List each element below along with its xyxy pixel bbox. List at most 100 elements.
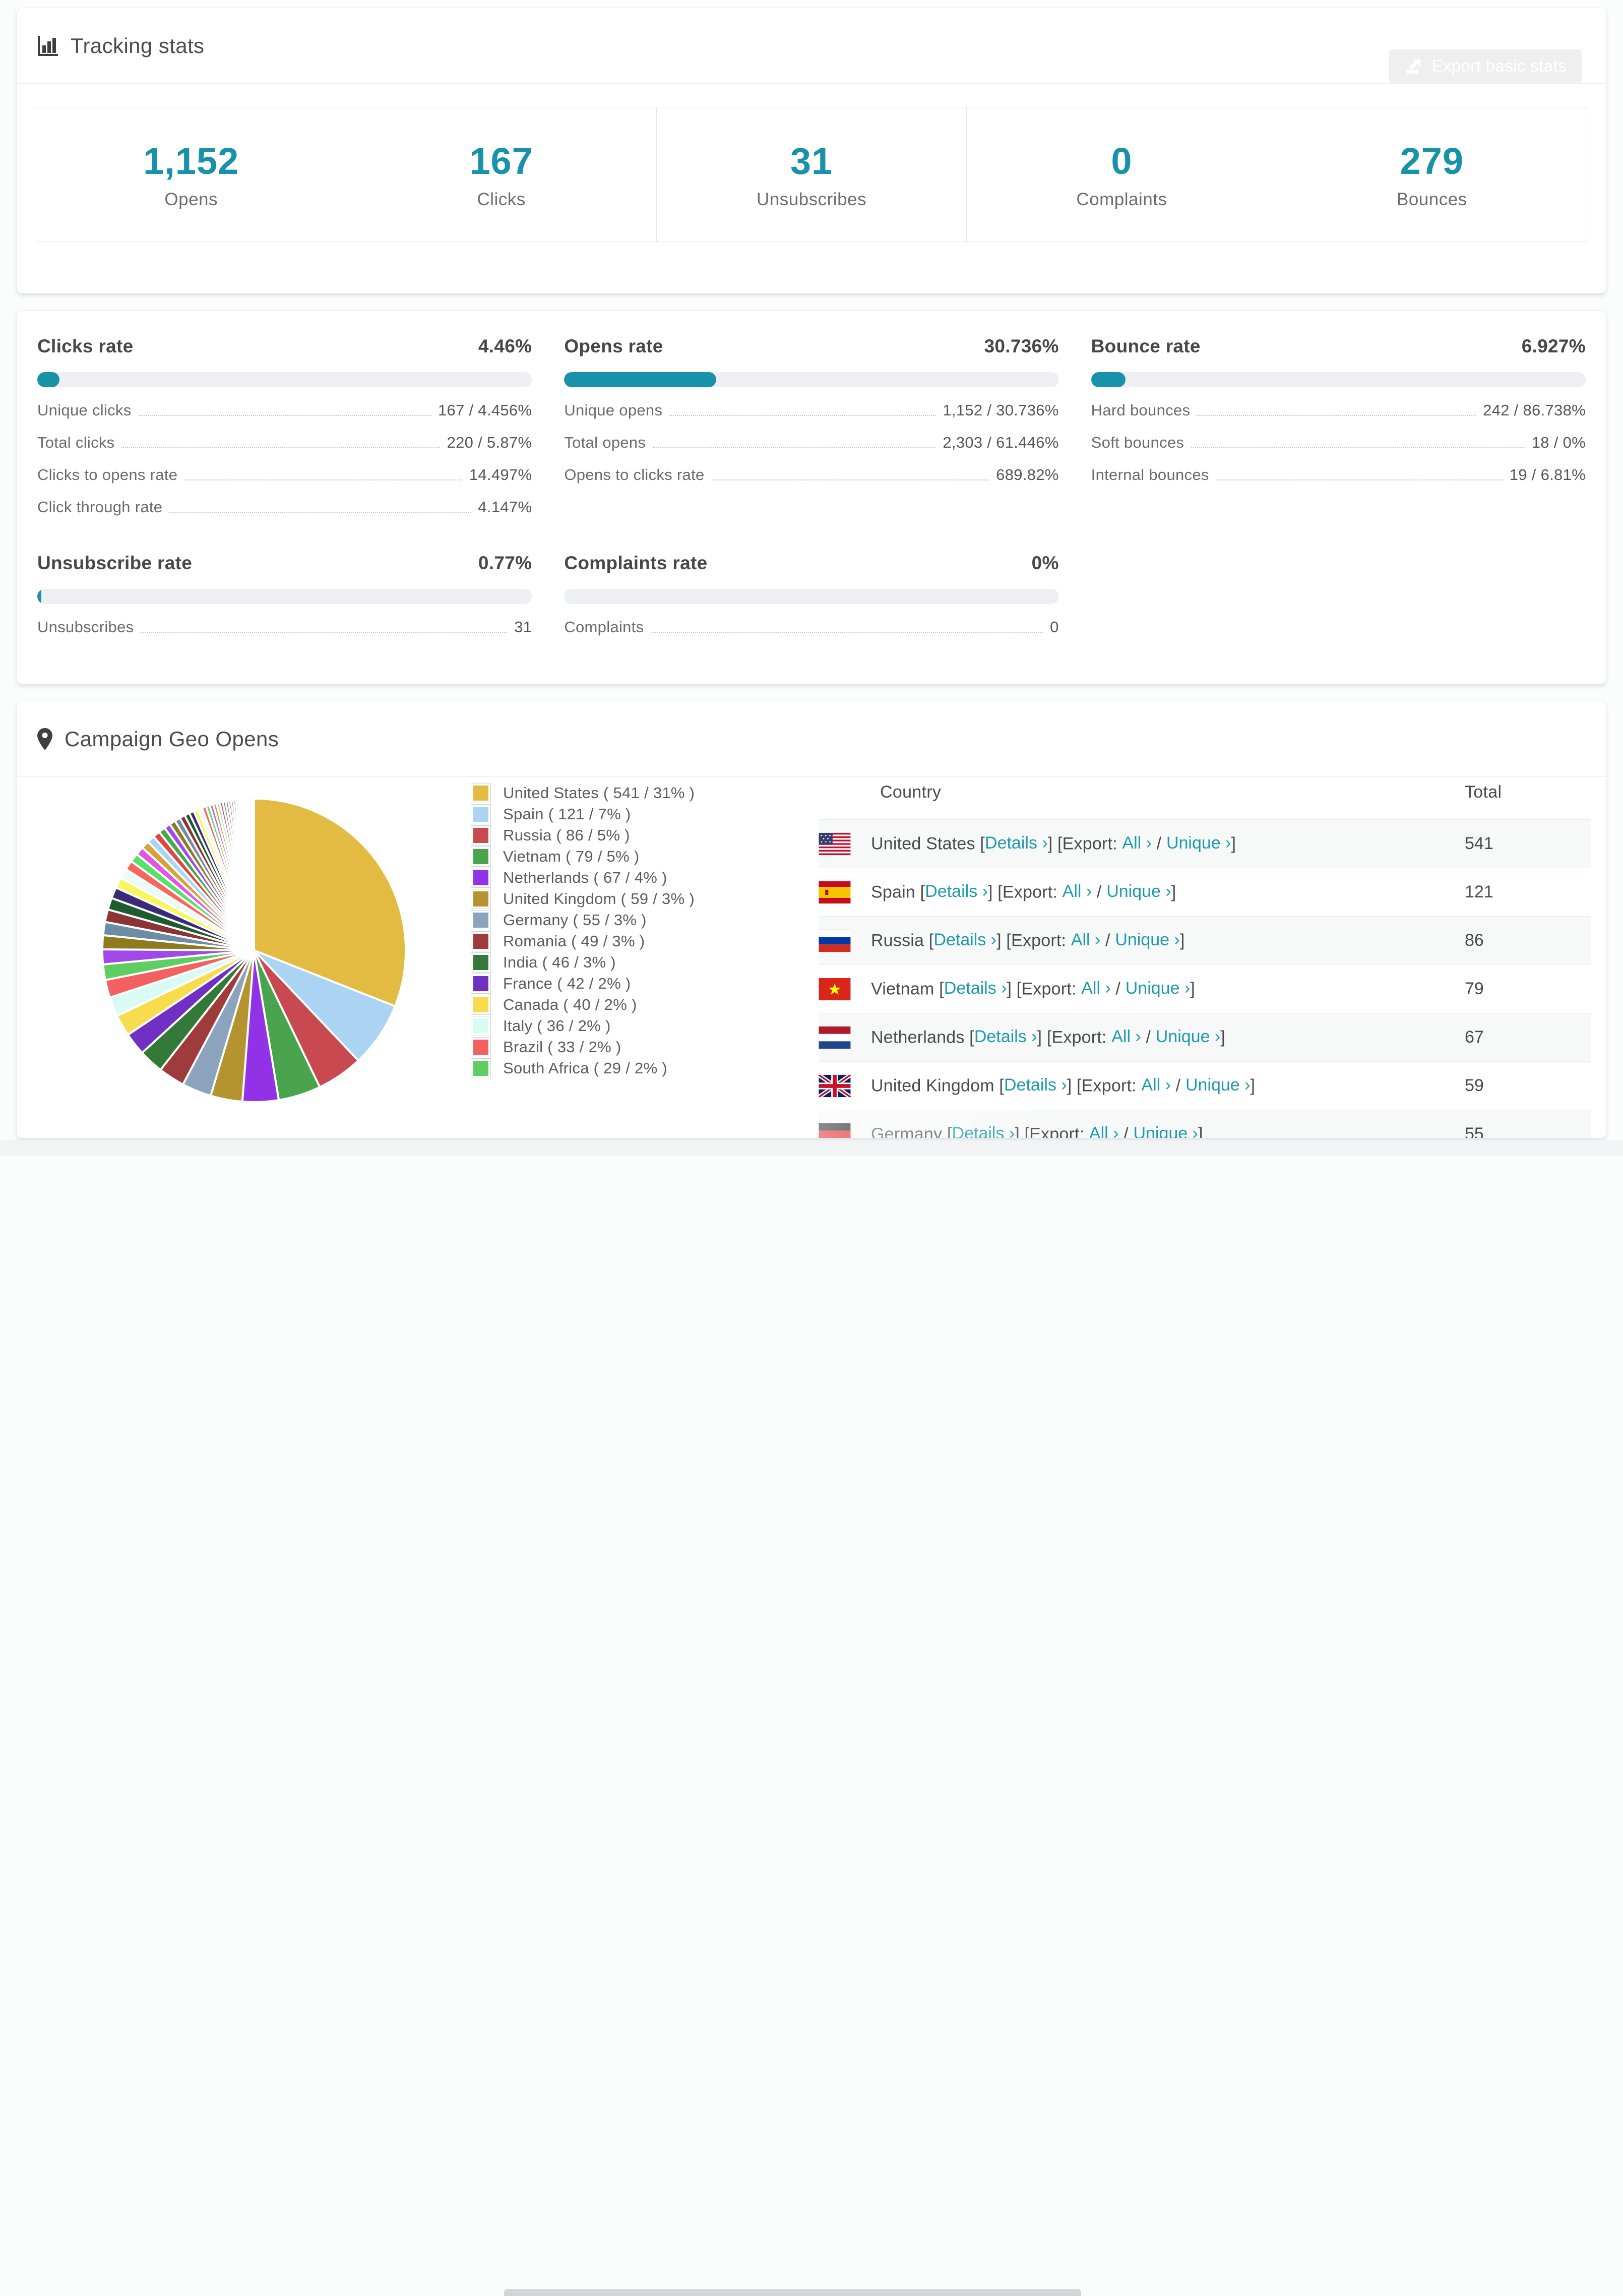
rate-row-label: Total clicks xyxy=(37,434,115,451)
export-unique-link-ru[interactable]: Unique › xyxy=(1115,930,1180,949)
pie-chart-svg xyxy=(101,797,407,1103)
rate-row: Unsubscribes 31 xyxy=(37,618,532,636)
export-all-link-nl[interactable]: All › xyxy=(1111,1026,1141,1046)
export-all-link-gb[interactable]: All › xyxy=(1141,1075,1171,1094)
export-all-link-ru[interactable]: All › xyxy=(1071,930,1101,949)
export-all-link-vn[interactable]: All › xyxy=(1081,978,1111,997)
legend-label: Netherlands ( 67 / 4% ) xyxy=(503,869,667,886)
rate-row-label: Hard bounces xyxy=(1091,401,1191,419)
legend-item-india[interactable]: India ( 46 / 3% ) xyxy=(471,952,819,973)
country-name: Vietnam [ xyxy=(871,979,944,998)
geo-table-row-russia: Russia [Details ›] [Export: All › / Uniq… xyxy=(819,916,1591,965)
legend-label: Romania ( 49 / 3% ) xyxy=(503,932,645,950)
country-name: Russia [ xyxy=(871,931,934,950)
progress-bar xyxy=(37,372,532,387)
export-unique-link-vn[interactable]: Unique › xyxy=(1126,978,1191,997)
legend-item-south-africa[interactable]: South Africa ( 29 / 2% ) xyxy=(471,1058,819,1079)
country-total: 55 xyxy=(1465,1124,1484,1138)
geo-table-row-vietnam: Vietnam [Details ›] [Export: All › / Uni… xyxy=(819,964,1591,1013)
details-link-de[interactable]: Details › xyxy=(952,1124,1015,1138)
horizontal-scrollbar-thumb[interactable] xyxy=(504,2289,1081,2296)
country-total: 541 xyxy=(1465,834,1493,853)
details-link-es[interactable]: Details › xyxy=(925,881,988,900)
rate-section-complaints-rate: Complaints rate 0% Complaints 0 xyxy=(564,553,1059,636)
legend-label: United Kingdom ( 59 / 3% ) xyxy=(503,890,695,908)
legend-color-swatch xyxy=(471,974,491,994)
export-button-label: Export basic stats xyxy=(1431,56,1567,75)
stat-value: 31 xyxy=(790,140,833,182)
stat-value: 0 xyxy=(1111,140,1133,182)
rate-section-opens-rate: Opens rate 30.736% Unique opens 1,152 / 30.… xyxy=(564,336,1059,516)
us-flag-icon xyxy=(819,832,851,855)
rate-title: Bounce rate xyxy=(1091,336,1201,356)
legend-item-netherlands[interactable]: Netherlands ( 67 / 4% ) xyxy=(471,867,819,888)
legend-item-vietnam[interactable]: Vietnam ( 79 / 5% ) xyxy=(471,846,819,867)
geo-card-title-text: Campaign Geo Opens xyxy=(65,727,279,751)
summary-stat-opens: 1,152 Opens xyxy=(36,107,347,241)
summary-stat-unsubscribes: 31 Unsubscribes xyxy=(657,107,967,241)
progress-bar xyxy=(1091,372,1586,387)
geo-pie-chart xyxy=(17,762,471,1138)
dotted-leader xyxy=(121,447,440,448)
geo-card-title: Campaign Geo Opens xyxy=(36,727,279,751)
legend-item-united-states[interactable]: United States ( 541 / 31% ) xyxy=(471,782,819,804)
legend-color-swatch xyxy=(471,804,491,824)
bar-chart-icon xyxy=(38,35,58,56)
stat-label: Clicks xyxy=(477,189,526,209)
country-name: Spain [ xyxy=(871,882,925,901)
export-all-link-de[interactable]: All › xyxy=(1089,1124,1119,1138)
geo-table-header-row: Country Total xyxy=(819,762,1591,820)
dotted-leader xyxy=(711,479,989,480)
rate-row-label: Clicks to opens rate xyxy=(37,466,178,484)
legend-item-united-kingdom[interactable]: United Kingdom ( 59 / 3% ) xyxy=(471,888,819,910)
export-all-link-us[interactable]: All › xyxy=(1122,833,1152,852)
legend-item-canada[interactable]: Canada ( 40 / 2% ) xyxy=(471,994,819,1015)
stat-value: 1,152 xyxy=(143,140,239,182)
rate-row-label: Click through rate xyxy=(37,498,163,516)
geo-table-row-united-states: United States [Details ›] [Export: All ›… xyxy=(819,819,1591,868)
country-total: 67 xyxy=(1465,1028,1484,1047)
legend-item-france[interactable]: France ( 42 / 2% ) xyxy=(471,973,819,994)
legend-item-germany[interactable]: Germany ( 55 / 3% ) xyxy=(471,910,819,931)
details-link-us[interactable]: Details › xyxy=(985,833,1048,852)
total-column-header: Total xyxy=(1465,782,1502,802)
legend-item-spain[interactable]: Spain ( 121 / 7% ) xyxy=(471,804,819,825)
legend-item-romania[interactable]: Romania ( 49 / 3% ) xyxy=(471,931,819,952)
summary-stat-clicks: 167 Clicks xyxy=(346,107,657,241)
export-unique-link-es[interactable]: Unique › xyxy=(1106,881,1171,900)
stat-label: Opens xyxy=(164,189,218,209)
details-link-gb[interactable]: Details › xyxy=(1004,1075,1067,1094)
summary-stat-complaints: 0 Complaints xyxy=(967,107,1277,241)
page-bottom-strip xyxy=(0,1140,1623,2296)
export-unique-link-nl[interactable]: Unique › xyxy=(1156,1026,1221,1046)
export-icon xyxy=(1407,59,1421,74)
rate-row-label: Internal bounces xyxy=(1091,466,1209,484)
country-total: 121 xyxy=(1465,882,1493,901)
rate-row: Internal bounces 19 / 6.81% xyxy=(1091,466,1586,484)
country-column-header: Country xyxy=(880,782,942,802)
legend-label: Canada ( 40 / 2% ) xyxy=(503,996,637,1013)
legend-item-russia[interactable]: Russia ( 86 / 5% ) xyxy=(471,825,819,846)
rate-row-label: Total opens xyxy=(564,434,646,451)
summary-stat-bounces: 279 Bounces xyxy=(1277,107,1587,241)
rate-row-label: Unsubscribes xyxy=(37,618,134,636)
details-link-ru[interactable]: Details › xyxy=(933,930,996,949)
export-unique-link-gb[interactable]: Unique › xyxy=(1185,1075,1251,1094)
dotted-leader xyxy=(141,632,508,633)
details-link-nl[interactable]: Details › xyxy=(974,1026,1037,1046)
details-link-vn[interactable]: Details › xyxy=(944,978,1007,997)
legend-item-italy[interactable]: Italy ( 36 / 2% ) xyxy=(471,1015,819,1037)
export-unique-link-de[interactable]: Unique › xyxy=(1133,1124,1198,1138)
legend-color-swatch xyxy=(471,1037,491,1057)
export-basic-stats-button[interactable]: Export basic stats xyxy=(1389,49,1582,83)
export-unique-link-us[interactable]: Unique › xyxy=(1166,833,1231,852)
rate-row: Unique clicks 167 / 4.456% xyxy=(37,401,532,419)
geo-table: Country Total United States [Details ›] … xyxy=(819,762,1591,1138)
legend-label: United States ( 541 / 31% ) xyxy=(503,784,695,802)
rate-row-value: 220 / 5.87% xyxy=(447,434,532,451)
rate-value: 6.927% xyxy=(1521,336,1586,356)
export-all-link-es[interactable]: All › xyxy=(1063,881,1092,900)
rate-row-label: Opens to clicks rate xyxy=(564,466,705,484)
rates-card: Clicks rate 4.46% Unique clicks 167 / 4.456… xyxy=(17,310,1606,684)
legend-item-brazil[interactable]: Brazil ( 33 / 2% ) xyxy=(471,1037,819,1058)
